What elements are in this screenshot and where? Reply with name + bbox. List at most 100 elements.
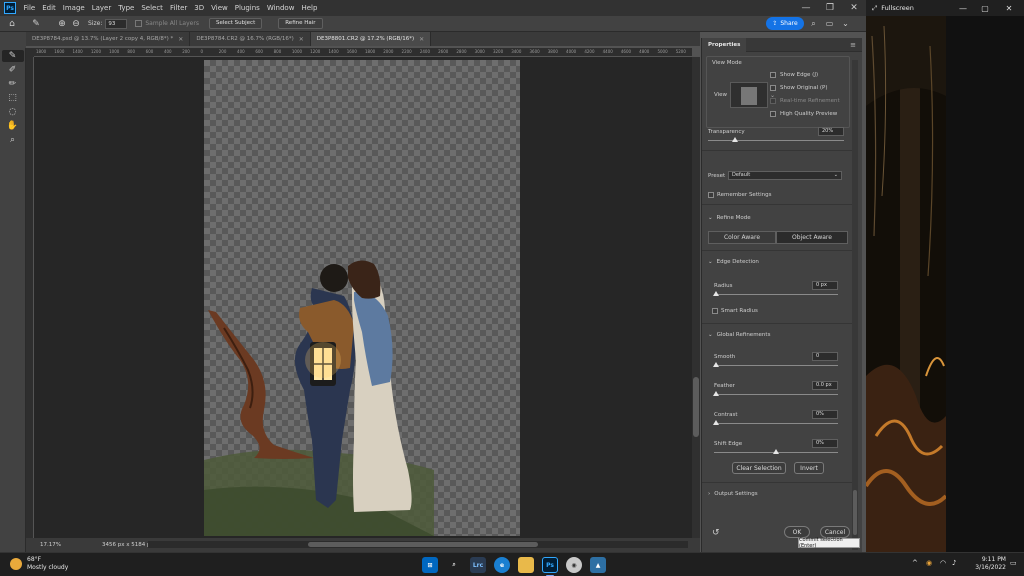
color-aware-button[interactable]: Color Aware: [708, 231, 776, 244]
transparency-slider-knob[interactable]: [732, 137, 739, 142]
realtime-refinement-checkbox[interactable]: [770, 98, 776, 104]
high-quality-preview-checkbox[interactable]: [770, 111, 776, 117]
feather-slider[interactable]: [714, 394, 838, 395]
quick-selection-tool-icon[interactable]: ✎: [1, 50, 24, 62]
menu-layer[interactable]: Layer: [88, 4, 115, 12]
menu-plugins[interactable]: Plugins: [231, 4, 263, 12]
panel-menu-icon[interactable]: ≡: [850, 41, 856, 49]
canvas-area[interactable]: [34, 57, 692, 538]
close-icon[interactable]: ✕: [842, 0, 866, 16]
view-mode-thumbnail[interactable]: [730, 82, 768, 108]
properties-scroll-thumb[interactable]: [853, 490, 857, 535]
chevron-down-icon[interactable]: ⌄: [840, 18, 851, 29]
object-selection-icon[interactable]: ⬚: [2, 92, 24, 104]
radius-slider[interactable]: [714, 294, 838, 295]
quick-selection-tool-icon[interactable]: ✎: [30, 18, 42, 30]
menu-image[interactable]: Image: [59, 4, 88, 12]
menu-3d[interactable]: 3D: [191, 4, 208, 12]
lasso-tool-icon[interactable]: ◌: [2, 106, 24, 118]
transparency-slider[interactable]: [708, 140, 844, 141]
document-canvas[interactable]: [204, 60, 520, 536]
menu-file[interactable]: File: [20, 4, 39, 12]
ruler-origin[interactable]: [26, 48, 34, 57]
search-icon[interactable]: ⌕: [808, 18, 819, 29]
zoom-tool-icon[interactable]: ⌕: [2, 134, 24, 146]
vertical-scrollbar[interactable]: [692, 57, 700, 538]
feather-slider-knob[interactable]: [713, 391, 719, 396]
horizontal-scroll-thumb[interactable]: [308, 542, 538, 547]
contrast-slider[interactable]: [714, 423, 838, 424]
sample-all-layers-checkbox[interactable]: [135, 20, 143, 27]
edge-detection-header[interactable]: ⌄ Edge Detection: [708, 259, 759, 265]
tab-de3p8784-psd[interactable]: DE3P8784.psd @ 13.7% (Layer 2 copy 4, RG…: [26, 32, 191, 46]
feather-field[interactable]: 0.0 px: [812, 381, 838, 390]
volume-icon[interactable]: ♪: [952, 559, 956, 567]
close-icon[interactable]: ✕: [998, 0, 1020, 16]
tab-de3p8801-cr2[interactable]: DE3P8801.CR2 @ 17.2% (RGB/16*) ✕: [310, 32, 432, 46]
transparency-field[interactable]: 20%: [818, 127, 844, 136]
vertical-scroll-thumb[interactable]: [693, 377, 699, 437]
camera-app-icon[interactable]: ◉: [566, 557, 582, 573]
minimize-icon[interactable]: —: [952, 0, 974, 16]
close-tab-icon[interactable]: ✕: [419, 36, 424, 43]
refine-hair-button[interactable]: Refine Hair: [278, 18, 323, 29]
select-subject-button[interactable]: Select Subject: [208, 18, 263, 29]
workspace-icon[interactable]: ▭: [824, 18, 835, 29]
refine-edge-brush-icon[interactable]: ✐: [2, 64, 24, 76]
menu-view[interactable]: View: [208, 4, 232, 12]
reset-icon[interactable]: ↺: [712, 528, 720, 538]
global-refinements-header[interactable]: ⌄ Global Refinements: [708, 332, 770, 338]
subtract-from-selection-icon[interactable]: ⊖: [70, 18, 82, 30]
search-icon[interactable]: ⌕: [446, 557, 462, 573]
menu-type[interactable]: Type: [115, 4, 138, 12]
photoshop-taskbar-icon[interactable]: Ps: [542, 557, 558, 573]
brush-tool-icon[interactable]: ✏: [2, 78, 24, 90]
photos-app-icon[interactable]: ▲: [590, 557, 606, 573]
invert-button[interactable]: Invert: [794, 462, 824, 474]
shift-edge-slider-knob[interactable]: [773, 449, 779, 454]
smooth-slider[interactable]: [714, 365, 838, 366]
close-tab-icon[interactable]: ✕: [299, 36, 304, 43]
smooth-slider-knob[interactable]: [713, 362, 719, 367]
show-edge-checkbox[interactable]: [770, 72, 776, 78]
notification-icon[interactable]: ▭: [1010, 559, 1017, 567]
tab-de3p8784-cr2[interactable]: DE3P8784.CR2 @ 16.7% (RGB/16*) ✕: [190, 32, 311, 46]
clear-selection-button[interactable]: Clear Selection: [732, 462, 786, 474]
close-tab-icon[interactable]: ✕: [178, 36, 183, 43]
object-aware-button[interactable]: Object Aware: [776, 231, 848, 244]
contrast-slider-knob[interactable]: [713, 420, 719, 425]
properties-scrollbar[interactable]: [852, 60, 858, 550]
add-to-selection-icon[interactable]: ⊕: [56, 18, 68, 30]
show-original-checkbox[interactable]: [770, 85, 776, 91]
contrast-field[interactable]: 0%: [812, 410, 838, 419]
radius-field[interactable]: 0 px: [812, 281, 838, 290]
maximize-icon[interactable]: ▢: [974, 0, 996, 16]
properties-tab[interactable]: Properties: [702, 37, 747, 52]
brush-size-field[interactable]: 93: [105, 18, 128, 29]
radius-slider-knob[interactable]: [713, 291, 719, 296]
horizontal-scrollbar[interactable]: [148, 541, 688, 548]
wifi-icon[interactable]: ◠: [940, 559, 946, 567]
minimize-icon[interactable]: —: [794, 0, 818, 16]
edge-browser-icon[interactable]: e: [494, 557, 510, 573]
start-icon[interactable]: ⊞: [422, 557, 438, 573]
menu-select[interactable]: Select: [138, 4, 167, 12]
menu-window[interactable]: Window: [263, 4, 298, 12]
menu-filter[interactable]: Filter: [166, 4, 190, 12]
share-button[interactable]: ⇪ Share: [766, 17, 804, 30]
remember-settings-checkbox[interactable]: [708, 192, 714, 198]
weather-widget[interactable]: 68°F Mostly cloudy: [10, 556, 68, 572]
clock[interactable]: 9:11 PM 3/16/2022: [964, 556, 1006, 572]
hand-tool-icon[interactable]: ✋: [2, 120, 24, 132]
output-settings-header[interactable]: › Output Settings: [708, 491, 758, 497]
tray-app-icon[interactable]: ◉: [926, 559, 932, 567]
home-icon[interactable]: ⌂: [6, 18, 18, 30]
menu-help[interactable]: Help: [298, 4, 321, 12]
shift-edge-field[interactable]: 0%: [812, 439, 838, 448]
zoom-level[interactable]: 17.17%: [40, 542, 84, 548]
maximize-icon[interactable]: ❐: [818, 0, 842, 16]
refine-mode-header[interactable]: ⌄ Refine Mode: [708, 215, 751, 221]
smart-radius-checkbox[interactable]: [712, 308, 718, 314]
menu-edit[interactable]: Edit: [39, 4, 60, 12]
tray-overflow-icon[interactable]: ^: [912, 559, 918, 567]
